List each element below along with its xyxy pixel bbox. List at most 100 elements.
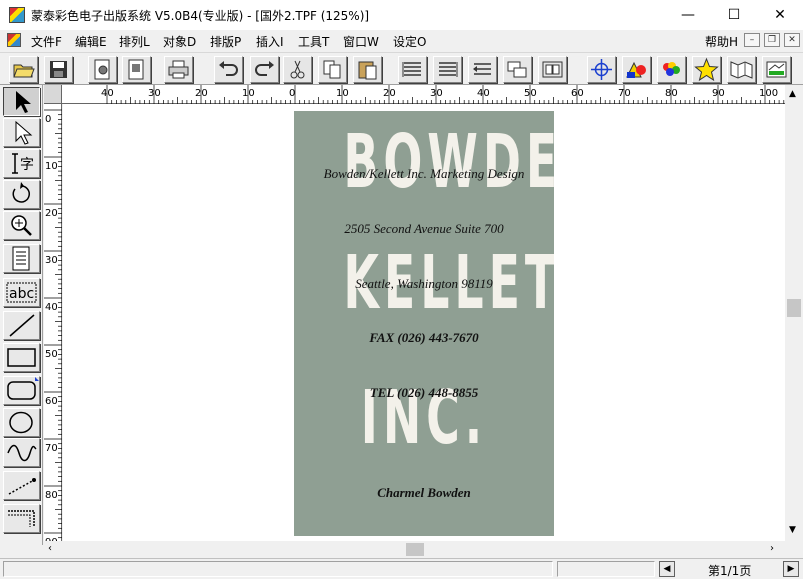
cut-button[interactable] xyxy=(283,56,312,83)
minimize-button[interactable]: — xyxy=(665,0,711,30)
curve-tool[interactable] xyxy=(3,438,40,467)
prev-page-button[interactable]: ◀ xyxy=(659,561,675,577)
ruler-corner[interactable] xyxy=(44,85,62,104)
v-ruler-label: 0 xyxy=(45,114,51,125)
card-bg-text-line1: BOWDEN xyxy=(343,119,554,205)
card-tel[interactable]: TEL (026) 448-8855 xyxy=(294,385,554,401)
h-ruler-label: 70 xyxy=(618,88,631,99)
h-ruler-label: 60 xyxy=(571,88,584,99)
business-card[interactable]: BOWDEN KELLETT INC. Bowden/Kellett Inc. … xyxy=(294,111,554,536)
vertical-ruler-ticks: 0102030405060708090 xyxy=(44,109,62,541)
card-fax[interactable]: FAX (026) 443-7670 xyxy=(294,330,554,346)
v-ruler-label: 60 xyxy=(45,396,58,407)
text-cursor-icon: 字 xyxy=(12,153,34,174)
h-ruler-label: 90 xyxy=(712,88,725,99)
maximize-button[interactable]: ☐ xyxy=(711,0,757,30)
text-block-tool[interactable] xyxy=(3,244,40,273)
move-object-button[interactable] xyxy=(587,56,616,83)
scroll-up-icon[interactable]: ▲ xyxy=(789,89,796,99)
text-flow-right-button[interactable] xyxy=(433,56,462,83)
rectangle-tool[interactable] xyxy=(3,343,40,372)
card-address[interactable]: 2505 Second Avenue Suite 700 xyxy=(294,221,554,237)
rotate-tool[interactable] xyxy=(3,180,40,209)
line-tool[interactable] xyxy=(3,311,40,340)
undo-button[interactable] xyxy=(214,56,243,83)
text-tool[interactable]: 字 xyxy=(3,149,40,178)
map-frame-button[interactable] xyxy=(727,56,756,83)
ellipse-icon xyxy=(9,411,33,434)
page-settings-button[interactable] xyxy=(88,56,117,83)
redo-button[interactable] xyxy=(250,56,279,83)
frame-tool[interactable] xyxy=(3,504,40,533)
ellipse-tool[interactable] xyxy=(3,408,40,437)
menu-insert[interactable]: 插入I xyxy=(256,33,284,50)
card-city[interactable]: Seattle, Washington 98119 xyxy=(294,276,554,292)
save-button[interactable] xyxy=(44,56,73,83)
open-file-button[interactable] xyxy=(9,56,38,83)
mdi-minimize-button[interactable]: – xyxy=(744,33,760,47)
menu-object[interactable]: 对象D xyxy=(163,33,196,50)
card-company[interactable]: Bowden/Kellett Inc. Marketing Design xyxy=(294,166,554,182)
toolbar xyxy=(0,52,803,85)
menu-window[interactable]: 窗口W xyxy=(343,33,379,50)
scroll-left-icon[interactable]: ‹ xyxy=(48,543,52,554)
h-ruler-label: 30 xyxy=(430,88,443,99)
v-ruler-label: 40 xyxy=(45,302,58,313)
h-ruler-label: 20 xyxy=(195,88,208,99)
menu-tools[interactable]: 工具T xyxy=(298,33,329,50)
text-flow-left-button[interactable] xyxy=(398,56,427,83)
v-ruler-label: 80 xyxy=(45,490,58,501)
folder-open-icon xyxy=(13,64,35,78)
copy-button[interactable] xyxy=(318,56,347,83)
menu-layout[interactable]: 排版P xyxy=(210,33,241,50)
next-page-button[interactable]: ▶ xyxy=(783,561,799,577)
move-crosshair-icon xyxy=(591,59,612,80)
scroll-down-icon[interactable]: ▼ xyxy=(789,525,796,535)
select-arrow-tool[interactable] xyxy=(3,87,40,116)
layer-group-button[interactable] xyxy=(503,56,532,83)
text-align-button[interactable] xyxy=(468,56,497,83)
dotted-line-icon xyxy=(8,478,36,495)
clipboard-icon xyxy=(358,61,377,80)
magnifier-icon xyxy=(11,215,32,236)
menu-arrange[interactable]: 排列L xyxy=(119,33,150,50)
v-ruler-label: 30 xyxy=(45,255,58,266)
window-title: 蒙泰彩色电子出版系统 V5.0B4(专业版) - [国外2.TPF (125%)… xyxy=(31,9,370,23)
h-ruler-label: 30 xyxy=(148,88,161,99)
close-button[interactable]: ✕ xyxy=(757,0,803,30)
menu-file[interactable]: 文件F xyxy=(31,33,62,50)
print-button[interactable] xyxy=(164,56,193,83)
h-ruler-label: 0 xyxy=(289,88,295,99)
scroll-right-icon[interactable]: › xyxy=(770,543,774,554)
zoom-tool[interactable] xyxy=(3,211,40,240)
arrow-cursor-icon xyxy=(16,91,31,113)
horizontal-scroll-thumb[interactable] xyxy=(406,543,424,556)
vertical-scroll-thumb[interactable] xyxy=(787,299,801,317)
color-palette-button[interactable] xyxy=(657,56,686,83)
group-frame-button[interactable] xyxy=(538,56,567,83)
rounded-rectangle-tool[interactable] xyxy=(3,376,40,405)
document-canvas[interactable]: BOWDEN KELLETT INC. Bowden/Kellett Inc. … xyxy=(63,104,785,541)
mdi-restore-button[interactable]: ❐ xyxy=(764,33,780,47)
menu-edit[interactable]: 编辑E xyxy=(75,33,107,50)
rotate-icon xyxy=(12,182,30,203)
dotted-line-tool[interactable] xyxy=(3,471,40,500)
card-name[interactable]: Charmel Bowden xyxy=(294,485,554,501)
menu-help[interactable]: 帮助H xyxy=(705,33,738,50)
direct-select-tool[interactable] xyxy=(3,118,40,147)
layers-icon xyxy=(507,61,527,78)
shape-color-button[interactable] xyxy=(622,56,651,83)
lines-left-icon xyxy=(402,62,421,77)
image-chart-button[interactable] xyxy=(762,56,791,83)
paste-button[interactable] xyxy=(353,56,382,83)
text-tool-label: 字 xyxy=(20,157,34,173)
text-frame-label: abc xyxy=(9,286,34,302)
document-icon[interactable] xyxy=(7,33,21,47)
mdi-close-button[interactable]: ✕ xyxy=(784,33,800,47)
print-preview-button[interactable] xyxy=(122,56,151,83)
star-effect-button[interactable] xyxy=(692,56,721,83)
menu-settings[interactable]: 设定O xyxy=(393,33,426,50)
text-frame-tool[interactable]: abc xyxy=(3,278,40,307)
h-ruler-label: 10 xyxy=(336,88,349,99)
title-bar: 蒙泰彩色电子出版系统 V5.0B4(专业版) - [国外2.TPF (125%)… xyxy=(0,0,803,30)
